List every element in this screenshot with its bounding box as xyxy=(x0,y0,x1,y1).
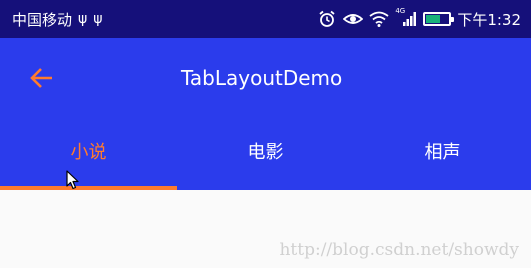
tab-movie[interactable]: 电影 xyxy=(177,118,354,190)
watermark-url: http://blog.csdn.net/showdy xyxy=(279,240,519,260)
status-bar: 中国移动 ψ ψ 4G 下午1:32 xyxy=(0,0,531,38)
tab-label: 相声 xyxy=(424,142,461,163)
network-type-label: 4G xyxy=(395,7,406,15)
arrow-back-icon xyxy=(30,68,52,88)
usb-icon: ψ xyxy=(78,11,88,27)
tab-label: 小说 xyxy=(70,142,107,163)
carrier-label: 中国移动 xyxy=(12,10,73,29)
tab-crosstalk[interactable]: 相声 xyxy=(354,118,531,190)
battery-level-fill xyxy=(426,15,440,23)
battery-icon xyxy=(423,12,455,26)
clock-time: 下午1:32 xyxy=(457,10,521,29)
tab-novel[interactable]: 小说 xyxy=(0,118,177,190)
tab-content-area: http://blog.csdn.net/showdy xyxy=(0,190,531,268)
page-title: TabLayoutDemo xyxy=(181,66,343,90)
wifi-icon xyxy=(369,9,389,29)
alarm-icon xyxy=(317,9,337,29)
app-screen: 中国移动 ψ ψ 4G 下午1:32 TabLayoutDemo 小说 电影 相… xyxy=(0,0,531,268)
status-left: 中国移动 ψ ψ xyxy=(12,9,317,30)
status-right: 4G 下午1:32 xyxy=(317,7,521,30)
toolbar: TabLayoutDemo xyxy=(0,38,531,118)
tab-layout: 小说 电影 相声 xyxy=(0,118,531,190)
eye-icon xyxy=(343,9,364,29)
back-button[interactable] xyxy=(24,60,60,96)
tab-label: 电影 xyxy=(247,142,284,163)
signal-icon: 4G xyxy=(395,7,417,29)
usb-debug-icon: ψ xyxy=(93,11,103,27)
